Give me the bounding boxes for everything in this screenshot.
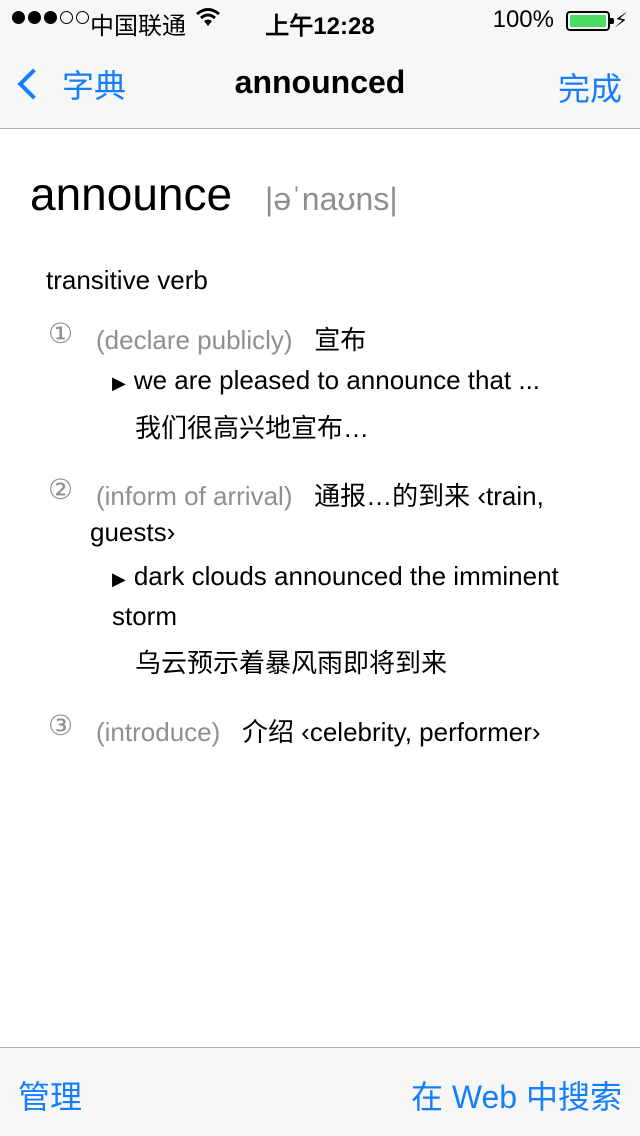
sense-definition: (declare publicly) 宣布 <box>96 320 366 357</box>
manage-button[interactable]: 管理 <box>18 1072 82 1118</box>
battery-icon <box>566 11 614 31</box>
status-bar: 中国联通 上午12:28 100% ⚡ <box>0 0 640 40</box>
headword: announce <box>30 168 233 220</box>
example-en: we are pleased to announce that ... <box>133 365 541 395</box>
navigation-bar: 字典 announced 完成 <box>0 40 640 129</box>
sense-number: ② <box>48 474 74 505</box>
sense-translation: 通报…的到来 ‹train, <box>314 481 544 511</box>
example-sentence: ▶ we are pleased to announce that ... <box>112 365 540 396</box>
battery-fill <box>570 15 606 27</box>
sense-number: ① <box>48 318 74 349</box>
bottom-toolbar: 管理 在 Web 中搜索 <box>0 1047 640 1136</box>
done-button[interactable]: 完成 <box>558 64 622 110</box>
dictionary-entry: announce |əˈnaʊns| transitive verb ① (de… <box>0 129 640 1047</box>
sense-gloss: (inform of arrival) <box>96 481 293 511</box>
example-en: dark clouds announced the imminent <box>133 561 559 591</box>
page-title: announced <box>234 64 406 100</box>
bullet-triangle-icon: ▶ <box>112 373 126 393</box>
part-of-speech: transitive verb <box>46 265 208 295</box>
example-translation: 我们很高兴地宣布… <box>135 413 370 443</box>
pronunciation: |əˈnaʊns| <box>265 181 398 217</box>
charging-bolt-icon: ⚡ <box>613 10 628 32</box>
sense-definition: (inform of arrival) 通报…的到来 ‹train, <box>96 476 544 513</box>
sense-translation: 介绍 ‹celebrity, performer› <box>241 717 541 747</box>
sense-gloss: (declare publicly) <box>96 325 293 355</box>
battery-percentage: 100% <box>492 6 554 33</box>
example-sentence: ▶ dark clouds announced the imminent <box>112 561 559 592</box>
bullet-triangle-icon: ▶ <box>112 569 126 589</box>
search-web-button[interactable]: 在 Web 中搜索 <box>411 1072 622 1118</box>
sense-translation-continued: guests› <box>90 517 176 547</box>
example-translation: 乌云预示着暴风雨即将到来 <box>135 648 448 678</box>
sense-gloss: (introduce) <box>96 717 221 747</box>
example-sentence-continued: storm <box>112 601 177 631</box>
sense-translation: 宣布 <box>314 325 367 355</box>
sense-definition: (introduce) 介绍 ‹celebrity, performer› <box>96 712 541 749</box>
sense-number: ③ <box>48 710 74 741</box>
